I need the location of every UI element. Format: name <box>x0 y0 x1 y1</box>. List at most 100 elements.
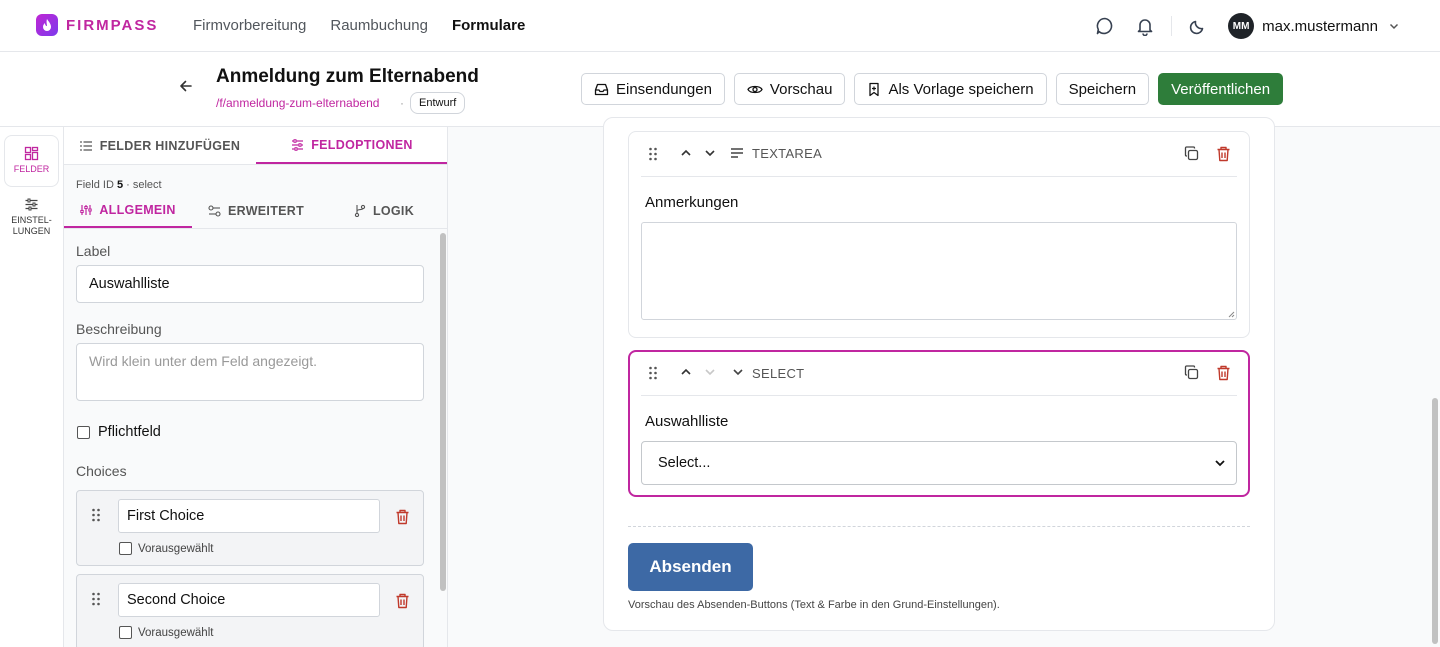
rail-fields[interactable]: FELDER <box>4 135 59 187</box>
tab-add-fields-label: FELDER HINZUFÜGEN <box>99 138 241 153</box>
trash-icon[interactable] <box>1216 146 1231 162</box>
grid-icon <box>24 146 39 161</box>
chevron-down-disabled-icon <box>703 365 717 379</box>
eye-icon <box>747 82 763 97</box>
sliders-icon <box>291 138 304 151</box>
submit-button-preview[interactable]: Absenden <box>628 543 753 591</box>
block-divider <box>641 176 1237 177</box>
field-id-line: Field ID 5 · select <box>76 179 162 191</box>
drag-handle-icon[interactable] <box>648 146 658 162</box>
preselected-label: Vorausgewählt <box>138 626 214 639</box>
choice-item: First Choice Vorausgewählt <box>76 490 424 566</box>
sliders-icon <box>24 197 39 212</box>
trash-icon[interactable] <box>395 593 410 609</box>
field-id-label: Field ID <box>76 179 114 191</box>
description-title: Beschreibung <box>76 321 162 337</box>
save-template-button[interactable]: Als Vorlage speichern <box>854 73 1047 105</box>
label-input[interactable] <box>76 265 424 303</box>
required-checkbox[interactable] <box>77 425 90 439</box>
option-subtabs: ALLGEMEIN ERWEITERT LOGIK <box>64 193 447 229</box>
tab-add-fields[interactable]: FELDER HINZUFÜGEN <box>64 127 256 164</box>
slug-separator: · <box>400 96 404 110</box>
nav-link-raumbuchung[interactable]: Raumbuchung <box>330 17 428 34</box>
tab-advanced[interactable]: ERWEITERT <box>192 193 320 228</box>
toggles-icon <box>208 204 221 217</box>
block-field-label: Anmerkungen <box>645 194 739 211</box>
tab-general[interactable]: ALLGEMEIN <box>64 193 192 228</box>
required-label: Pflichtfeld <box>98 424 161 440</box>
block-toolbar: SELECT <box>630 352 1248 396</box>
avatar[interactable]: MM <box>1228 13 1255 39</box>
field-options-panel: FELDER HINZUFÜGEN FELDOPTIONEN Field ID … <box>64 127 448 647</box>
copy-icon[interactable] <box>1184 365 1199 380</box>
block-type-label: SELECT <box>752 366 805 381</box>
list-icon <box>79 140 93 152</box>
status-badge: Entwurf <box>410 92 466 114</box>
flame-icon <box>36 14 58 36</box>
tab-advanced-label: ERWEITERT <box>227 203 305 218</box>
nav-divider <box>1171 16 1173 36</box>
moon-icon[interactable] <box>1178 12 1218 40</box>
chevron-down-icon[interactable] <box>1388 20 1400 32</box>
select-value: Select... <box>658 455 711 471</box>
nav-link-firmvorbereitung[interactable]: Firmvorbereitung <box>193 17 306 34</box>
field-type: · select <box>126 179 162 191</box>
trash-icon[interactable] <box>1216 365 1231 381</box>
preselected-checkbox[interactable] <box>119 542 132 555</box>
bell-icon[interactable] <box>1125 12 1165 40</box>
preselected-row[interactable]: Vorausgewählt <box>119 626 213 639</box>
preview-label: Vorschau <box>769 80 833 98</box>
publish-button[interactable]: Veröffentlichen <box>1158 73 1284 105</box>
choices-title: Choices <box>76 463 127 479</box>
chevron-down-icon[interactable] <box>703 146 717 160</box>
drag-handle-icon[interactable] <box>91 507 101 523</box>
preselected-label: Vorausgewählt <box>138 542 214 555</box>
required-checkbox-row[interactable]: Pflichtfeld <box>77 424 161 440</box>
block-divider <box>641 395 1237 396</box>
preview-scrollbar[interactable] <box>1432 398 1438 644</box>
nav-link-formulare[interactable]: Formulare <box>452 17 525 34</box>
tab-field-options[interactable]: FELDOPTIONEN <box>256 127 447 164</box>
description-input[interactable]: Wird klein unter dem Feld angezeigt. <box>76 343 424 401</box>
chevron-up-icon[interactable] <box>679 365 693 379</box>
chat-icon[interactable] <box>1085 12 1125 40</box>
preselected-checkbox[interactable] <box>119 626 132 639</box>
submit-divider <box>628 526 1250 527</box>
back-arrow-icon[interactable] <box>176 76 196 96</box>
rail-fields-label: FELDER <box>13 164 50 174</box>
tune-icon <box>80 204 93 216</box>
resize-grip-icon[interactable] <box>1227 310 1235 318</box>
save-button[interactable]: Speichern <box>1055 73 1150 105</box>
chevron-up-icon[interactable] <box>679 146 693 160</box>
submissions-button[interactable]: Einsendungen <box>581 73 725 105</box>
label-title: Label <box>76 243 111 259</box>
preview-select[interactable]: Select... <box>641 441 1237 485</box>
branch-icon <box>354 204 366 217</box>
field-block-select[interactable]: SELECT Auswahlliste Select... <box>628 350 1250 497</box>
tab-logic[interactable]: LOGIK <box>320 193 447 228</box>
choice-input[interactable]: First Choice <box>118 499 380 533</box>
drag-handle-icon[interactable] <box>91 591 101 607</box>
logo[interactable]: FIRMPASS <box>36 14 158 36</box>
preview-textarea[interactable] <box>641 222 1237 320</box>
field-block-textarea[interactable]: TEXTAREA Anmerkungen <box>628 131 1250 338</box>
panel-scrollbar[interactable] <box>440 233 446 591</box>
rail-settings[interactable]: EINSTEL- LUNGEN <box>4 197 59 237</box>
username[interactable]: max.mustermann <box>1262 18 1378 35</box>
form-slug-link[interactable]: /f/anmeldung-zum-elternabend <box>216 96 379 110</box>
copy-icon[interactable] <box>1184 146 1199 161</box>
top-navigation: FIRMPASS Firmvorbereitung Raumbuchung Fo… <box>0 0 1440 52</box>
main-nav: Firmvorbereitung Raumbuchung Formulare <box>193 17 525 34</box>
field-id-value: 5 <box>116 179 124 191</box>
save-template-label: Als Vorlage speichern <box>888 80 1034 98</box>
trash-icon[interactable] <box>395 509 410 525</box>
text-lines-icon <box>730 146 744 160</box>
preselected-row[interactable]: Vorausgewählt <box>119 542 213 555</box>
drag-handle-icon[interactable] <box>648 365 658 381</box>
choice-input[interactable]: Second Choice <box>118 583 380 617</box>
tab-general-label: ALLGEMEIN <box>99 202 176 217</box>
choice-item: Second Choice Vorausgewählt <box>76 574 424 647</box>
submit-note: Vorschau des Absenden-Buttons (Text & Fa… <box>628 599 1000 611</box>
block-toolbar: TEXTAREA <box>629 132 1249 177</box>
preview-button[interactable]: Vorschau <box>733 73 846 105</box>
